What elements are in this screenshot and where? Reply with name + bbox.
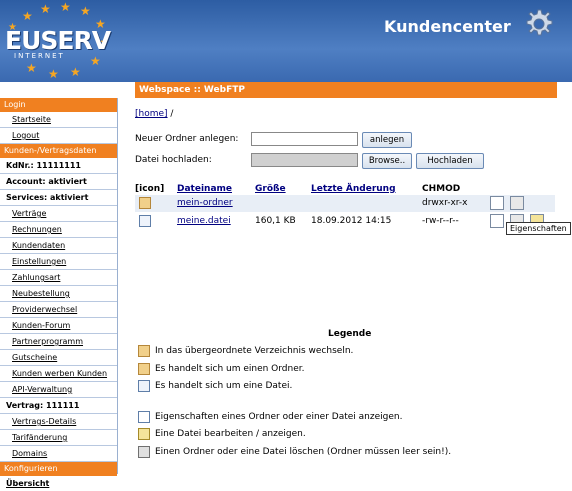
- folder-name-link[interactable]: mein-ordner: [177, 198, 233, 208]
- sidebar-item[interactable]: Verträge: [0, 206, 117, 222]
- svg-text:★: ★: [40, 2, 51, 16]
- sidebar-item[interactable]: Einstellungen: [0, 254, 117, 270]
- sidebar-item[interactable]: Zahlungsart: [0, 270, 117, 286]
- folder-icon: [138, 363, 150, 375]
- column-icon: [icon]: [135, 184, 165, 194]
- sidebar: Login Startseite Logout Kunden-/Vertragsdat…: [0, 98, 118, 491]
- column-last-modified[interactable]: Letzte Änderung: [311, 184, 396, 194]
- breadcrumb-home-link[interactable]: [home]: [135, 109, 168, 119]
- logo-subtext: INTERNET: [14, 52, 65, 60]
- svg-text:★: ★: [22, 9, 33, 23]
- new-folder-input[interactable]: [251, 132, 358, 146]
- properties-icon[interactable]: [490, 214, 504, 228]
- sidebar-item[interactable]: Gutscheine: [0, 350, 117, 366]
- column-filename[interactable]: Dateiname: [177, 184, 232, 194]
- sidebar-item[interactable]: Partnerprogramm: [0, 334, 117, 350]
- legend-title: Legende: [328, 329, 372, 339]
- sidebar-item: KdNr.: 11111111: [0, 158, 117, 174]
- row-date: 18.09.2012 14:15: [311, 216, 392, 226]
- header: ★ ★ ★ ★ ★ ★ ★ ★ ★ ★ ★ EUSERV INTERNET Kundenc…: [0, 0, 572, 82]
- row-size: 160,1 KB: [255, 216, 296, 226]
- upload-file-field[interactable]: [251, 153, 358, 167]
- table-row: mein-ordner drwxr-xr-x: [135, 195, 555, 212]
- main-content: Webspace :: WebFTP [home] / Neuer Ordner…: [118, 82, 572, 474]
- file-name-link[interactable]: meine.datei: [177, 216, 231, 226]
- svg-text:★: ★: [90, 54, 101, 68]
- legend-text: Es handelt sich um einen Ordner.: [155, 364, 305, 374]
- svg-text:★: ★: [26, 61, 37, 75]
- edit-icon: [138, 428, 150, 440]
- sidebar-section-header: Login: [0, 98, 117, 112]
- sidebar-item: Vertrag: 111111: [0, 398, 117, 414]
- sidebar-item: Services: aktiviert: [0, 190, 117, 206]
- sidebar-item[interactable]: Rechnungen: [0, 222, 117, 238]
- legend-text: Einen Ordner oder eine Datei löschen (Or…: [155, 447, 452, 457]
- legend-text: Eine Datei bearbeiten / anzeigen.: [155, 429, 306, 439]
- legend-text: Eigenschaften eines Ordner oder einer Da…: [155, 412, 403, 422]
- svg-text:★: ★: [80, 4, 91, 18]
- new-folder-label: Neuer Ordner anlegen:: [135, 134, 239, 144]
- upload-label: Datei hochladen:: [135, 155, 212, 165]
- upload-button[interactable]: Hochladen: [416, 153, 484, 169]
- row-chmod: -rw-r--r--: [422, 216, 459, 226]
- sidebar-item[interactable]: Vertrags-Details: [0, 414, 117, 430]
- legend-text: In das übergeordnete Verzeichnis wechsel…: [155, 346, 354, 356]
- sidebar-item[interactable]: Domains: [0, 446, 117, 462]
- create-folder-button[interactable]: anlegen: [362, 132, 412, 148]
- svg-text:★: ★: [70, 65, 81, 79]
- delete-icon[interactable]: [510, 196, 524, 210]
- properties-icon: [138, 411, 150, 423]
- legend-text: Es handelt sich um eine Datei.: [155, 381, 293, 391]
- breadcrumb: [home] /: [135, 109, 173, 119]
- row-chmod: drwxr-xr-x: [422, 198, 468, 208]
- file-icon: [138, 380, 150, 392]
- properties-icon[interactable]: [490, 196, 504, 210]
- delete-icon: [138, 446, 150, 458]
- breadcrumb-separator: /: [170, 109, 174, 119]
- svg-text:★: ★: [60, 0, 71, 14]
- sidebar-item[interactable]: Tarifänderung: [0, 430, 117, 446]
- logo-text: EUSERV: [5, 26, 111, 55]
- svg-text:★: ★: [48, 67, 59, 81]
- sidebar-item[interactable]: Neubestellung: [0, 286, 117, 302]
- browse-button[interactable]: Browse..: [362, 153, 412, 169]
- folder-icon: [139, 197, 151, 209]
- page-title: Webspace :: WebFTP: [135, 82, 557, 98]
- app-title: Kundencenter: [384, 17, 511, 36]
- sidebar-section-header: Kunden-/Vertragsdaten: [0, 144, 117, 158]
- gear-icon: [526, 9, 553, 36]
- sidebar-item[interactable]: Kunden-Forum: [0, 318, 117, 334]
- euserv-logo[interactable]: ★ ★ ★ ★ ★ ★ ★ ★ ★ ★ ★ EUSERV INTERNET: [0, 0, 118, 82]
- sidebar-item[interactable]: Startseite: [0, 112, 117, 128]
- sidebar-item: Account: aktiviert: [0, 174, 117, 190]
- column-size[interactable]: Größe: [255, 184, 286, 194]
- sidebar-item[interactable]: Providerwechsel: [0, 302, 117, 318]
- sidebar-item[interactable]: API-Verwaltung: [0, 382, 117, 398]
- table-row: meine.datei 160,1 KB 18.09.2012 14:15 -r…: [135, 213, 555, 230]
- sidebar-item[interactable]: Logout: [0, 128, 117, 144]
- sidebar-item[interactable]: Kunden werben Kunden: [0, 366, 117, 382]
- file-icon: [139, 215, 151, 227]
- column-chmod: CHMOD: [422, 184, 461, 194]
- tooltip: Eigenschaften: [506, 222, 571, 235]
- sidebar-item[interactable]: Kundendaten: [0, 238, 117, 254]
- sidebar-item[interactable]: Übersicht: [0, 476, 117, 491]
- up-folder-icon: [138, 345, 150, 357]
